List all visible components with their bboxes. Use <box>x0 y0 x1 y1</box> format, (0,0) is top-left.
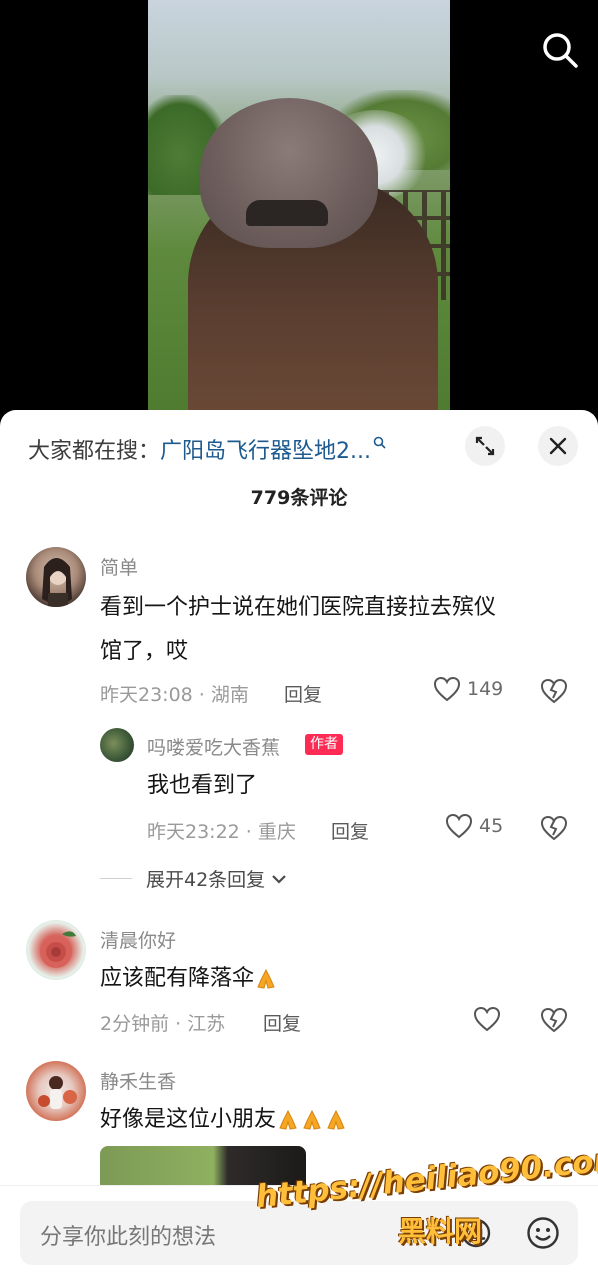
like-button[interactable]: 149 <box>433 676 503 702</box>
comment-text-content: 应该配有降落伞 <box>100 966 255 991</box>
reply-button[interactable]: 回复 <box>263 1009 301 1036</box>
avatar-portrait <box>38 1076 77 1109</box>
dislike-heart-icon <box>540 678 568 704</box>
dislike-button[interactable] <box>540 678 568 708</box>
close-button[interactable] <box>538 426 578 466</box>
reply-meta: 昨天23:22 · 重庆 <box>147 821 296 843</box>
dislike-button[interactable] <box>540 1007 568 1037</box>
comment-text: 应该配有降落伞 <box>100 957 278 1001</box>
comment-meta: 2分钟前 · 江苏 <box>100 1013 226 1035</box>
avatar-portrait <box>42 558 72 607</box>
expand-divider <box>100 878 132 879</box>
heart-icon <box>445 813 473 839</box>
collapse-icon <box>475 436 495 456</box>
avatar[interactable] <box>26 1061 86 1121</box>
scene-cap-strap <box>246 200 328 226</box>
reply-button[interactable]: 回复 <box>284 680 322 707</box>
reply-button[interactable]: 回复 <box>331 817 369 844</box>
pray-emoji <box>303 1109 321 1130</box>
comment-count: 779条评论 <box>250 487 348 509</box>
author-badge: 作者 <box>305 734 343 755</box>
avatar[interactable] <box>100 728 134 762</box>
avatar[interactable] <box>26 547 86 607</box>
comment-meta: 昨天23:08 · 湖南 <box>100 684 249 706</box>
magnifier-small-icon <box>373 435 386 453</box>
heart-icon <box>473 1006 501 1032</box>
smile-icon[interactable] <box>526 1216 560 1250</box>
chevron-down-icon <box>272 874 286 884</box>
video-frame <box>148 0 450 430</box>
comment-sheet: 大家都在搜： 广阳岛飞行器坠地2... 779条评论 简单 看到一个护士说在她们… <box>0 410 598 1280</box>
comment-author[interactable]: 静禾生香 <box>100 1067 176 1094</box>
trending-query-link[interactable]: 广阳岛飞行器坠地2... <box>160 433 371 465</box>
comment-text: 好像是这位小朋友 <box>100 1098 348 1142</box>
watermark-brand: 黑料网 <box>398 1215 483 1248</box>
comment-text: 看到一个护士说在她们医院直接拉去殡仪 <box>100 595 497 620</box>
trending-prefix: 大家都在搜： <box>28 439 161 464</box>
heart-icon <box>433 676 461 702</box>
comment-author[interactable]: 清晨你好 <box>100 926 176 953</box>
comment-text-continued: 馆了，哎 <box>100 639 189 664</box>
collapse-button[interactable] <box>465 426 505 466</box>
video-player[interactable] <box>0 0 598 430</box>
like-count: 149 <box>467 678 504 700</box>
trending-search-bar[interactable]: 大家都在搜： 广阳岛飞行器坠地2... <box>28 432 386 466</box>
close-icon <box>549 437 567 455</box>
like-button[interactable]: 45 <box>445 813 503 839</box>
avatar-flower <box>40 931 76 968</box>
comment-input-placeholder: 分享你此刻的想法 <box>40 1225 217 1250</box>
reply-author[interactable]: 吗喽爱吃大香蕉 <box>147 733 280 760</box>
comment-text-content: 好像是这位小朋友 <box>100 1107 277 1132</box>
pray-emoji <box>257 968 275 989</box>
like-count: 45 <box>479 815 504 837</box>
like-button[interactable] <box>473 1006 501 1032</box>
pray-emoji <box>279 1109 297 1130</box>
dislike-heart-icon <box>540 815 568 841</box>
comment-author[interactable]: 简单 <box>100 553 138 580</box>
reply-text: 我也看到了 <box>147 773 258 798</box>
avatar[interactable] <box>26 920 86 980</box>
dislike-heart-icon <box>540 1007 568 1033</box>
search-button[interactable] <box>538 28 582 72</box>
pray-emoji <box>327 1109 345 1130</box>
expand-replies-button[interactable]: 展开42条回复 <box>100 865 289 892</box>
search-icon <box>543 33 578 68</box>
expand-label: 展开42条回复 <box>146 869 266 891</box>
dislike-button[interactable] <box>540 815 568 845</box>
